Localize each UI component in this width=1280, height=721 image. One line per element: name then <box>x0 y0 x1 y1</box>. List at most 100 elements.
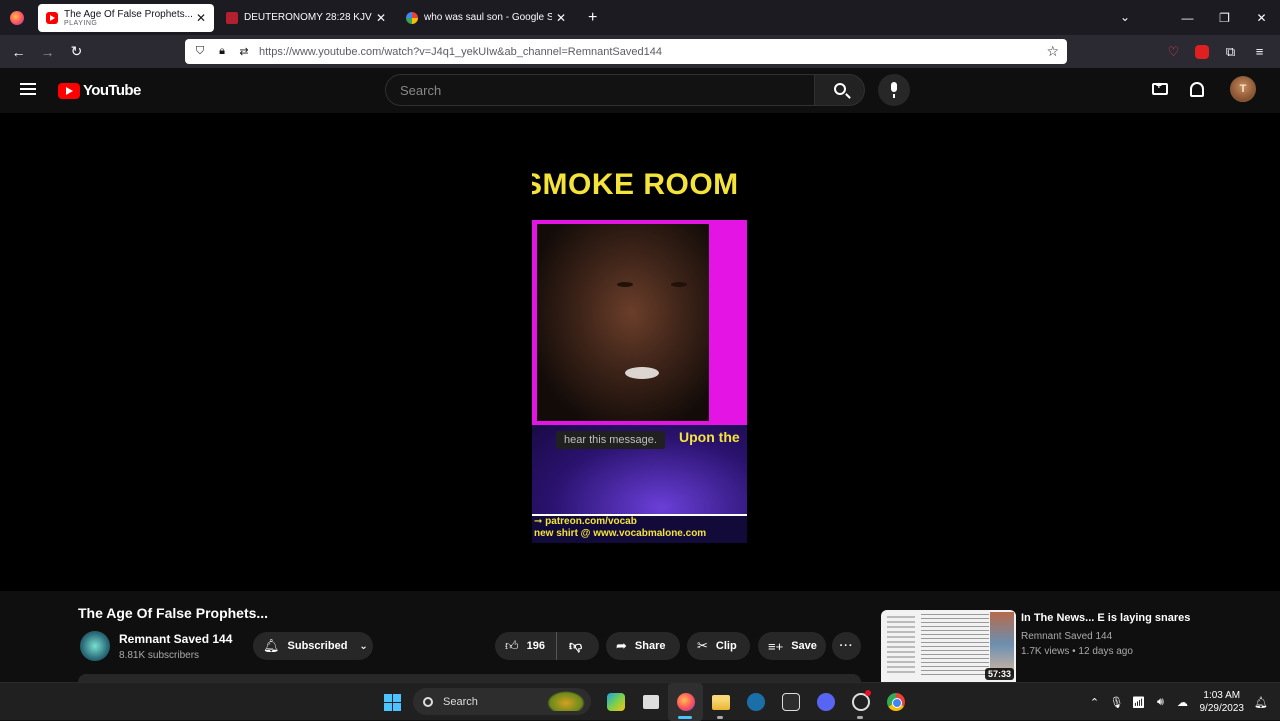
cloud-icon[interactable]: ☁ <box>1172 696 1194 709</box>
like-button[interactable]: 👍︎ 196 <box>495 632 557 660</box>
list-all-tabs-chevron-icon[interactable]: ⌄ <box>1120 10 1130 24</box>
show-hidden-icons-chevron-icon[interactable]: ⌃ <box>1084 696 1106 709</box>
windows-start-icon[interactable] <box>384 694 401 711</box>
masthead-actions: T <box>1152 76 1256 102</box>
notification-bell-icon[interactable]: 🔔︎ <box>1250 696 1272 709</box>
video-link-shirt: new shirt @ www.vocabmalone.com <box>534 528 747 540</box>
video-webcam-frame <box>532 220 747 425</box>
youtube-masthead: YouTube T <box>0 68 1280 113</box>
app-menu-icon[interactable]: ≡ <box>1245 44 1274 59</box>
watch-metadata: The Age Of False Prophets... Remnant Sav… <box>0 591 1280 682</box>
notification-dot <box>865 690 871 696</box>
lock-icon[interactable]: 🔒︎ <box>215 45 229 58</box>
youtube-favicon-icon <box>46 12 58 24</box>
steam-icon[interactable] <box>738 683 773 721</box>
voice-search-button[interactable] <box>878 74 910 106</box>
youtube-logo[interactable]: YouTube <box>58 82 141 99</box>
chevron-down-icon: ⌄ <box>359 641 367 652</box>
search-input[interactable] <box>386 75 814 105</box>
save-button[interactable]: ≡+ Save <box>758 632 826 660</box>
minimize-icon[interactable]: — <box>1169 11 1206 25</box>
new-tab-icon[interactable]: + <box>588 9 597 27</box>
subscribed-button[interactable]: 🔔︎ Subscribed ⌄ <box>253 632 373 660</box>
url-text[interactable]: https://www.youtube.com/watch?v=J4q1_yek… <box>259 46 662 58</box>
more-actions-icon[interactable]: ··· <box>832 632 861 660</box>
recommended-thumbnail[interactable]: 57:33 <box>881 610 1016 682</box>
speaker-image <box>537 224 709 421</box>
forward-arrow-icon[interactable]: → <box>33 44 62 60</box>
microphone-icon <box>891 82 897 92</box>
video-player[interactable]: SMOKE ROOM hear this message. Upon the ➞… <box>0 113 1280 591</box>
youtube-wordmark: YouTube <box>83 82 141 99</box>
create-video-icon[interactable] <box>1152 83 1168 95</box>
close-tab-icon[interactable]: ✕ <box>196 11 206 25</box>
youtube-play-icon <box>58 83 80 99</box>
thumbs-down-icon[interactable]: 👎︎ <box>557 638 582 654</box>
discord-icon[interactable] <box>808 683 843 721</box>
wifi-icon[interactable]: 📶︎ <box>1128 696 1150 709</box>
extensions-puzzle-icon[interactable]: ⧉ <box>1216 44 1245 60</box>
channel-name[interactable]: Remnant Saved 144 <box>119 632 232 646</box>
restore-icon[interactable]: ❐ <box>1206 11 1243 25</box>
recommended-title[interactable]: In The News... E is laying snares <box>1021 612 1190 624</box>
pocket-icon[interactable]: ♡ <box>1159 44 1188 60</box>
video-caption: hear this message. <box>556 431 665 449</box>
video-frame[interactable]: SMOKE ROOM hear this message. Upon the ➞… <box>532 163 747 543</box>
channel-avatar[interactable] <box>80 631 110 661</box>
firefox-menu-icon[interactable] <box>10 11 24 25</box>
address-bar[interactable]: ⛉ 🔒︎ ⇄ https://www.youtube.com/watch?v=J… <box>185 39 1067 64</box>
tab-google-search[interactable]: who was saul son - Google Search ✕ <box>398 4 574 32</box>
settings-tool-icon[interactable] <box>843 683 878 721</box>
recommended-video[interactable]: 57:33 In The News... E is laying snares … <box>881 610 1251 682</box>
shield-icon[interactable]: ⛉ <box>193 45 207 58</box>
description-box[interactable] <box>78 674 861 682</box>
bell-icon: 🔔︎ <box>263 638 280 654</box>
taskbar-search[interactable]: Search <box>413 688 591 715</box>
video-banner-text: SMOKE ROOM <box>532 168 739 202</box>
widgets-icon[interactable] <box>598 683 633 721</box>
tab-playing-label: PLAYING <box>64 20 192 27</box>
video-title: The Age Of False Prophets... <box>78 605 268 621</box>
chrome-icon[interactable] <box>878 683 913 721</box>
tab-title: who was saul son - Google Search <box>424 12 552 23</box>
file-explorer-icon[interactable] <box>703 683 738 721</box>
bookmark-star-icon[interactable]: ☆ <box>1046 43 1059 60</box>
firefox-taskbar-icon[interactable] <box>668 683 703 721</box>
window-close-icon[interactable]: ✕ <box>1243 11 1280 25</box>
bible-favicon-icon <box>226 12 238 24</box>
clock-date: 9/29/2023 <box>1200 702 1245 715</box>
video-link-patreon: ➞ patreon.com/vocab <box>534 516 747 528</box>
taskbar-clock[interactable]: 1:03 AM 9/29/2023 <box>1200 689 1245 715</box>
volume-icon[interactable]: 🔊︎ <box>1150 696 1172 709</box>
subscriber-count: 8.81K subscribers <box>119 650 199 661</box>
account-avatar[interactable]: T <box>1230 76 1256 102</box>
clip-button[interactable]: ✂ Clip <box>687 632 750 660</box>
tab-deuteronomy[interactable]: DEUTERONOMY 28:28 KJV "The LORD ✕ <box>218 4 394 32</box>
search-button[interactable] <box>814 74 865 106</box>
playlist-add-icon: ≡+ <box>768 639 783 654</box>
reload-icon[interactable]: ↻ <box>62 43 91 60</box>
google-favicon-icon <box>406 12 418 24</box>
recommended-channel[interactable]: Remnant Saved 144 <box>1021 631 1112 642</box>
ublock-icon[interactable] <box>1195 45 1209 59</box>
back-arrow-icon[interactable]: ← <box>4 44 33 60</box>
guide-menu-icon[interactable] <box>20 83 36 95</box>
video-duration: 57:33 <box>985 668 1014 680</box>
video-links-strip: ➞ patreon.com/vocab new shirt @ www.voca… <box>532 514 747 543</box>
epic-games-icon[interactable] <box>773 683 808 721</box>
permissions-icon[interactable]: ⇄ <box>237 45 251 58</box>
clock-time: 1:03 AM <box>1200 689 1245 702</box>
share-button[interactable]: ➦ Share <box>606 632 680 660</box>
toolbar-right: ♡ ⧉ ≡ <box>1159 35 1274 68</box>
share-label: Share <box>635 640 666 652</box>
tab-youtube[interactable]: The Age Of False Prophets... - YouTube P… <box>38 4 214 32</box>
windows-taskbar: Search ⌃ 🎙︎ 📶︎ 🔊︎ ☁ 1:03 AM 9/29/2023 🔔︎ <box>0 682 1280 720</box>
notifications-bell-icon[interactable] <box>1190 82 1204 97</box>
close-tab-icon[interactable]: ✕ <box>556 11 566 25</box>
task-view-icon[interactable] <box>633 683 668 721</box>
like-count: 196 <box>527 640 545 652</box>
video-banner: SMOKE ROOM <box>532 163 747 218</box>
microphone-icon[interactable]: 🎙︎ <box>1106 696 1128 709</box>
clip-label: Clip <box>716 640 737 652</box>
close-tab-icon[interactable]: ✕ <box>376 11 386 25</box>
